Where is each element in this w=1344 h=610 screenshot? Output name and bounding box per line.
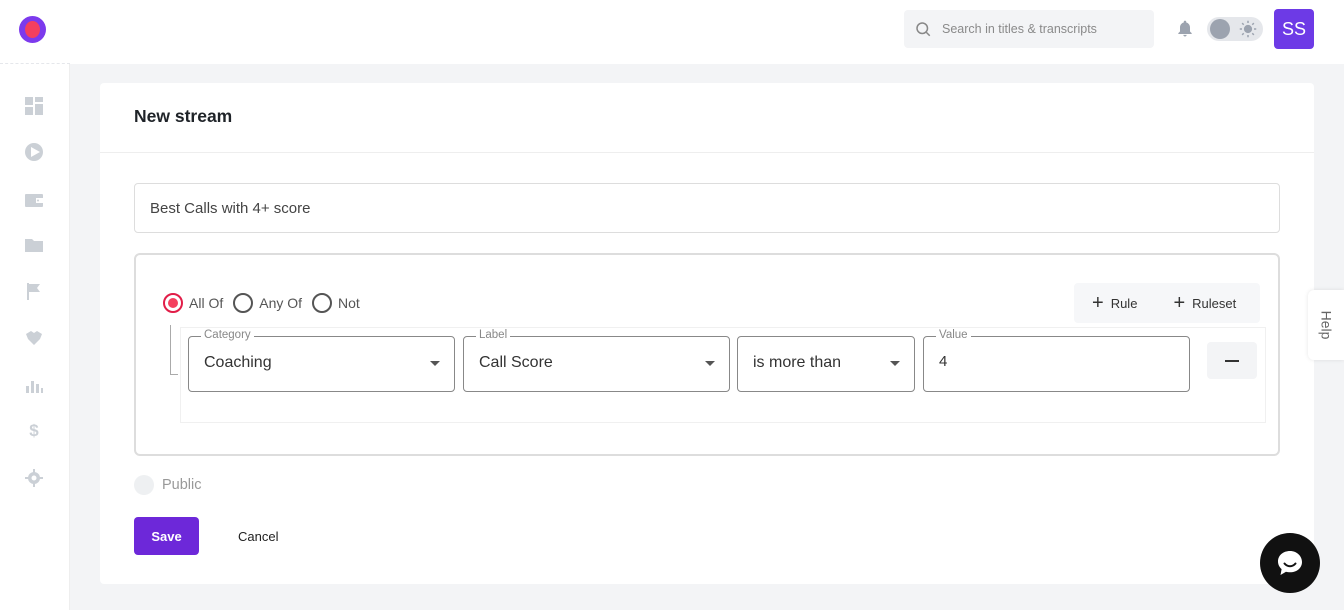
rule-row: Category Coaching Label Call Score is mo… (180, 327, 1266, 423)
public-toggle[interactable]: Public (134, 475, 202, 495)
wallet-icon[interactable] (23, 189, 45, 211)
new-stream-card: New stream All Of Any Of Not + Rule (100, 83, 1314, 584)
folder-icon[interactable] (23, 234, 45, 256)
dashboard-icon[interactable] (23, 95, 45, 117)
app-logo[interactable] (19, 16, 46, 43)
category-select[interactable]: Category Coaching (188, 329, 455, 392)
operator-value: is more than (753, 354, 842, 371)
user-avatar[interactable]: SS (1274, 9, 1314, 49)
add-rule-label: Rule (1110, 295, 1138, 311)
add-ruleset-button[interactable]: + Ruleset (1173, 293, 1236, 313)
plus-icon: + (1173, 292, 1186, 314)
cancel-button[interactable]: Cancel (226, 517, 290, 555)
bar-chart-icon[interactable] (23, 374, 45, 396)
search-icon (916, 22, 931, 37)
radio-label: All Of (189, 295, 224, 311)
page-title: New stream (134, 106, 233, 126)
label-value: Call Score (479, 354, 553, 371)
handshake-icon[interactable] (23, 327, 45, 349)
help-tab[interactable]: Help (1308, 290, 1344, 360)
radio-circle (312, 293, 333, 313)
label-legend: Label (476, 329, 511, 341)
svg-text:$: $ (29, 421, 39, 440)
public-checkbox[interactable] (134, 475, 154, 495)
remove-rule-button[interactable] (1207, 342, 1257, 379)
save-button[interactable]: Save (134, 517, 199, 555)
add-buttons-group: + Rule + Ruleset (1074, 283, 1260, 323)
ruleset-box: All Of Any Of Not + Rule + Ruleset Categ… (134, 253, 1280, 456)
tree-connector (170, 325, 178, 375)
radio-circle-checked (163, 293, 183, 313)
notification-bell-icon[interactable] (1175, 18, 1195, 40)
sidebar-divider (0, 63, 70, 64)
minus-icon (1225, 359, 1239, 362)
radio-label: Any Of (259, 295, 303, 311)
play-icon[interactable] (23, 141, 45, 163)
sidebar: $ (0, 63, 70, 610)
flag-icon[interactable] (23, 280, 45, 302)
value-input[interactable] (939, 353, 1159, 370)
chevron-down-icon (890, 361, 900, 366)
add-rule-button[interactable]: + Rule (1092, 293, 1137, 313)
value-field[interactable]: Value (923, 329, 1190, 392)
chat-icon (1278, 551, 1302, 575)
label-select[interactable]: Label Call Score (463, 329, 730, 392)
settings-icon[interactable] (23, 467, 45, 489)
operator-select[interactable]: is more than (737, 336, 915, 392)
search-input[interactable] (942, 22, 1142, 36)
theme-toggle[interactable] (1207, 17, 1263, 41)
top-bar: SS (0, 0, 1344, 64)
search-box[interactable] (904, 10, 1154, 48)
value-legend: Value (936, 329, 971, 341)
chevron-down-icon (430, 361, 440, 366)
plus-icon: + (1092, 292, 1104, 314)
public-label: Public (162, 477, 202, 493)
radio-all-of[interactable]: All Of (163, 293, 223, 313)
help-label: Help (1317, 310, 1334, 340)
card-divider (100, 152, 1314, 153)
match-type-radio-group: All Of Any Of Not (163, 293, 370, 313)
toggle-knob (1210, 19, 1230, 39)
radio-not[interactable]: Not (312, 293, 360, 313)
radio-any-of[interactable]: Any Of (233, 293, 302, 313)
dollar-icon[interactable]: $ (23, 419, 45, 441)
radio-label: Not (338, 295, 360, 311)
chat-launcher-button[interactable] (1260, 533, 1320, 593)
add-ruleset-label: Ruleset (1192, 295, 1237, 311)
stream-name-input[interactable] (134, 183, 1280, 233)
category-value: Coaching (204, 354, 272, 371)
sun-icon (1239, 20, 1257, 38)
chevron-down-icon (705, 361, 715, 366)
radio-circle (233, 293, 254, 313)
category-legend: Category (201, 329, 254, 341)
